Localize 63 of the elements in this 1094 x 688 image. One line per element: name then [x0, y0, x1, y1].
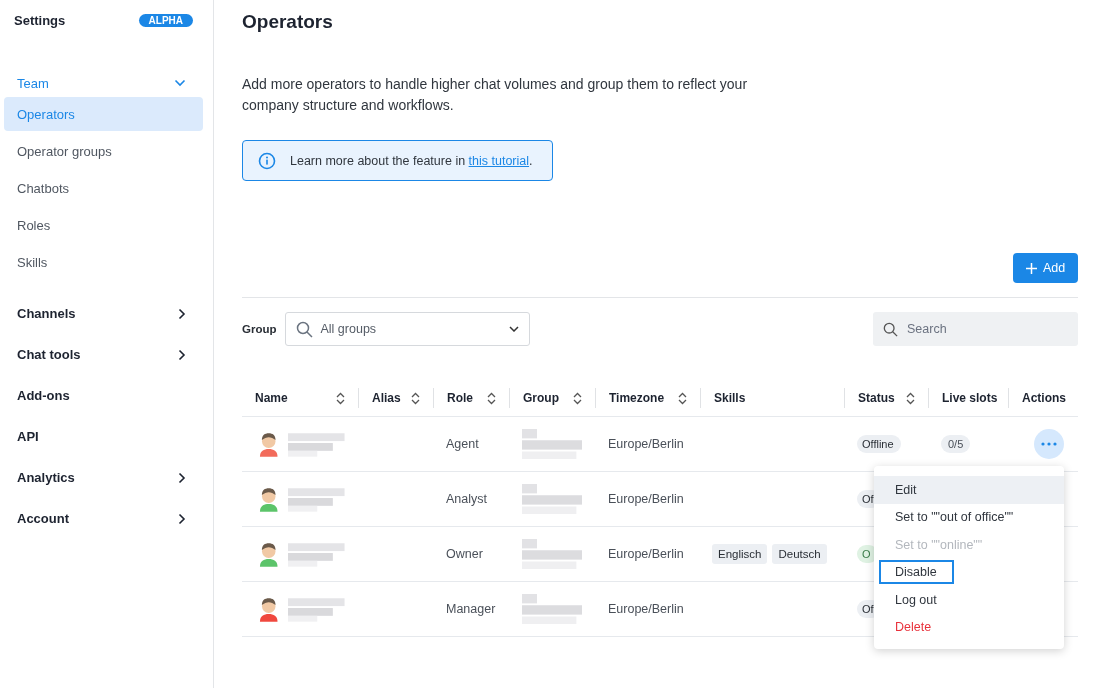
column-header: Alias: [372, 391, 401, 405]
column-header: Actions: [1022, 391, 1066, 405]
search-icon: [883, 322, 898, 337]
avatar-icon: [258, 596, 280, 622]
column-header: Name: [255, 391, 288, 405]
role-cell-text: Manager: [445, 602, 497, 616]
plus-icon: [1025, 262, 1037, 274]
role-cell-text: Agent: [445, 437, 480, 451]
avatar-icon: [258, 431, 280, 457]
nav-item[interactable]: Skills: [4, 245, 203, 279]
avatar-icon: [258, 486, 280, 512]
column-header: Status: [858, 391, 895, 405]
sort-icon[interactable]: [336, 391, 345, 405]
chevron-down-icon: [508, 326, 519, 332]
chevron-down-icon: [174, 79, 186, 87]
page-description: Add more operators to handle higher chat volumes and group them to reflect your company structure and workflows.: [242, 75, 749, 115]
nav-section[interactable]: API: [4, 416, 203, 457]
column-header: Skills: [714, 391, 746, 405]
nav-section[interactable]: Team: [4, 72, 203, 94]
column-header: Timezone: [609, 391, 665, 405]
nav-section[interactable]: Channels: [4, 293, 203, 334]
column-header: Group: [523, 391, 559, 405]
info-icon: [258, 151, 276, 170]
search-field[interactable]: Search: [873, 312, 1078, 346]
nav-item[interactable]: Roles: [4, 208, 203, 242]
add-button[interactable]: Add: [1013, 253, 1078, 283]
timezone-cell-text: Europe/Berlin: [607, 602, 685, 616]
skill-tag: Deutsch: [772, 544, 827, 564]
nav-section[interactable]: Account: [4, 498, 203, 539]
chevron-right-icon: [178, 512, 186, 525]
sidebar-title: Settings: [14, 13, 66, 28]
more-icon: [1041, 442, 1057, 446]
timezone-cell-text: Europe/Berlin: [607, 492, 685, 506]
skill-tag: Englisch: [712, 544, 768, 564]
chevron-right-icon: [178, 348, 186, 361]
live-slots-badge: 0/5: [941, 435, 971, 453]
role-cell-text: Owner: [445, 547, 484, 561]
sort-icon[interactable]: [573, 391, 582, 405]
avatar-icon: [258, 541, 280, 567]
sort-icon[interactable]: [906, 391, 915, 405]
search-icon: [295, 320, 313, 338]
column-header: Role: [447, 391, 473, 405]
nav-section[interactable]: Add-ons: [4, 375, 203, 416]
role-cell-text: Analyst: [445, 492, 488, 506]
chevron-right-icon: [178, 307, 186, 320]
nav-section[interactable]: Analytics: [4, 457, 203, 498]
group-label: Group: [242, 323, 277, 335]
chevron-right-icon: [178, 471, 186, 484]
sort-icon[interactable]: [678, 391, 687, 405]
page-title: Operators: [242, 11, 334, 33]
nav-item[interactable]: Operator groups: [4, 134, 203, 168]
sort-icon[interactable]: [411, 391, 420, 405]
nav-item[interactable]: Chatbots: [4, 171, 203, 205]
info-text: Learn more about the feature in this tutorial.: [290, 153, 533, 168]
column-header: Live slots: [942, 391, 998, 405]
nav-section[interactable]: Chat tools: [4, 334, 203, 375]
status-badge: Offline: [857, 435, 901, 453]
group-dropdown[interactable]: All groups: [284, 312, 530, 346]
menu-item[interactable]: Edit: [874, 476, 1064, 504]
timezone-cell-text: Europe/Berlin: [607, 547, 685, 561]
timezone-cell-text: Europe/Berlin: [607, 437, 685, 451]
alpha-badge: ALPHA: [138, 14, 193, 27]
sort-icon[interactable]: [487, 391, 496, 405]
